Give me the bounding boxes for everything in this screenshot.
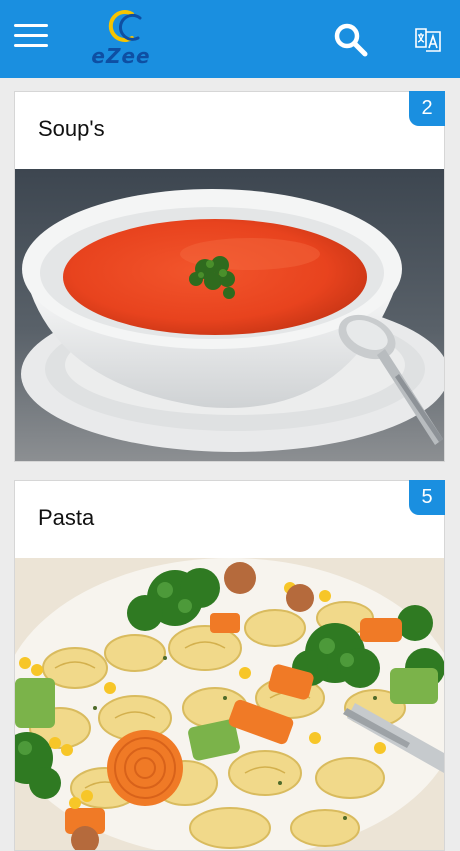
category-card-header: Pasta 5	[15, 480, 445, 558]
logo-text: eZee	[91, 44, 151, 68]
search-icon[interactable]	[333, 22, 369, 58]
app-logo: eZee	[86, 8, 156, 72]
category-card-pasta[interactable]: Pasta 5	[14, 480, 445, 851]
item-count-badge: 2	[409, 91, 445, 126]
category-card-soups[interactable]: Soup's 2	[14, 91, 445, 462]
category-card-header: Soup's 2	[15, 91, 445, 169]
top-bar: eZee	[0, 0, 460, 78]
translate-icon[interactable]	[414, 26, 442, 54]
category-title: Pasta	[38, 505, 95, 530]
menu-icon[interactable]	[14, 24, 48, 54]
soup-image	[15, 169, 444, 461]
category-title: Soup's	[38, 116, 105, 141]
item-count-badge: 5	[409, 480, 445, 515]
logo-swoosh-icon	[108, 10, 142, 42]
pasta-image	[15, 558, 444, 850]
